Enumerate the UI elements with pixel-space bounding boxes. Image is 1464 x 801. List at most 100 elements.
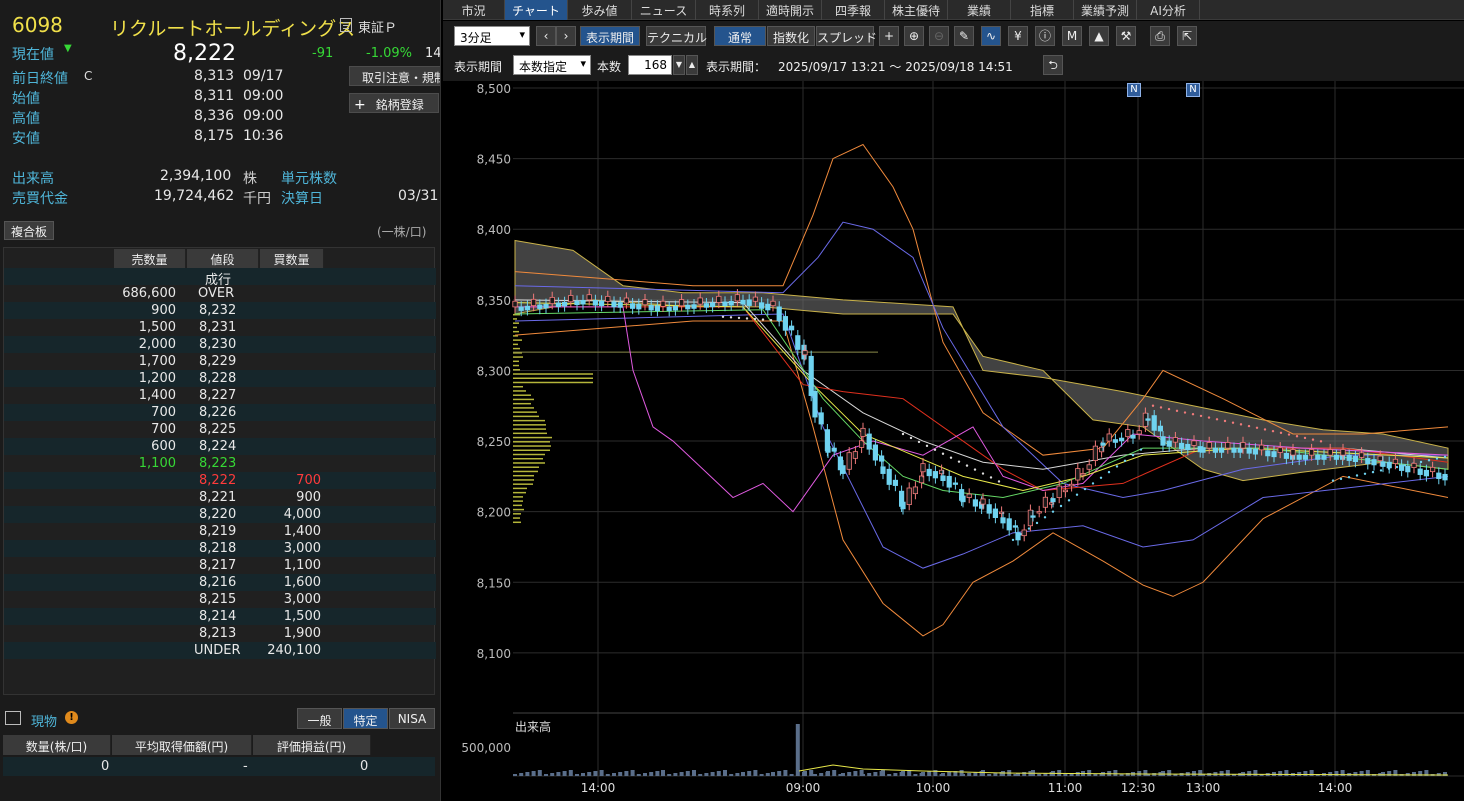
board-row[interactable]: 8,216 1,600 (4, 574, 436, 591)
print-icon[interactable]: ⎙ (1150, 26, 1170, 46)
volume-bar (686, 771, 690, 776)
volume-bar (841, 773, 845, 776)
period-mode-select[interactable]: 本数指定 (513, 55, 591, 75)
area-icon[interactable]: ▲ (1089, 26, 1109, 46)
register-button[interactable]: + 銘柄登録 (349, 93, 439, 113)
board-row[interactable]: 600 8,224 (4, 438, 436, 455)
my-icon[interactable]: M (1062, 26, 1082, 46)
window-icon[interactable] (5, 711, 21, 725)
candle-body (1093, 446, 1097, 460)
pencil-icon[interactable]: ✎ (954, 26, 974, 46)
candle-body (630, 304, 634, 309)
zoom-in-icon[interactable]: ⊕ (904, 26, 924, 46)
board-row[interactable]: 700 8,225 (4, 421, 436, 438)
volume-bar (881, 770, 885, 776)
sar-dot (1092, 482, 1094, 484)
board-row[interactable]: 8,220 4,000 (4, 506, 436, 523)
prev-icon[interactable]: ‹ (536, 26, 556, 46)
technical-button[interactable]: テクニカル (646, 26, 706, 46)
board-row[interactable]: 2,000 8,230 (4, 336, 436, 353)
news-icon[interactable]: N (1127, 83, 1141, 97)
tab-3[interactable]: ニュース (632, 0, 696, 20)
news-icon[interactable]: N (1186, 83, 1200, 97)
board-row[interactable]: 1,100 8,223 (4, 455, 436, 472)
candle-body (921, 464, 925, 472)
tab-specific[interactable]: 特定 (343, 708, 388, 729)
sar-dot (1208, 416, 1210, 418)
tab-2[interactable]: 歩み値 (568, 0, 632, 20)
board-row[interactable]: 686,600 OVER (4, 285, 436, 302)
tab-8[interactable]: 業績 (948, 0, 1011, 20)
volume-bar (593, 771, 597, 776)
count-up-icon[interactable]: ▲ (686, 55, 698, 75)
volume-bar (711, 772, 715, 776)
info-icon[interactable]: ⓘ (1035, 26, 1055, 46)
board-row[interactable]: 8,214 1,500 (4, 608, 436, 625)
candle-body (826, 446, 830, 452)
volume-bar (1247, 771, 1251, 776)
board-row[interactable]: 900 8,232 (4, 302, 436, 319)
next-icon[interactable]: › (556, 26, 576, 46)
market-list-icon[interactable] (340, 18, 352, 32)
board-row[interactable]: 8,222 700 (4, 472, 436, 489)
candle-body (735, 295, 739, 301)
crosshair-icon[interactable]: + (879, 26, 899, 46)
tab-0[interactable]: 市況 (443, 0, 505, 20)
sar-dot (926, 445, 928, 447)
trade-notice-button[interactable]: 取引注意・規制 (349, 66, 441, 86)
board-row[interactable]: 8,215 3,000 (4, 591, 436, 608)
spread-button[interactable]: スプレッド (816, 26, 874, 46)
board-row[interactable]: 1,400 8,227 (4, 387, 436, 404)
wrench-icon[interactable]: ⚒ (1116, 26, 1136, 46)
prev-close-value: 8,313 (194, 68, 234, 84)
tab-6[interactable]: 四季報 (822, 0, 885, 20)
volume-bar (1022, 772, 1026, 776)
board-row[interactable]: 8,217 1,100 (4, 557, 436, 574)
board-row[interactable]: 1,700 8,229 (4, 353, 436, 370)
volume-value: 2,394,100 (160, 168, 231, 184)
index-button[interactable]: 指数化 (767, 26, 815, 46)
board-row[interactable]: 1,200 8,228 (4, 370, 436, 387)
tab-5[interactable]: 適時開示 (759, 0, 822, 20)
tab-9[interactable]: 指標 (1011, 0, 1074, 20)
candle-body (519, 307, 523, 311)
volume-profile-bar (513, 509, 524, 511)
tab-4[interactable]: 時系列 (696, 0, 759, 20)
normal-button[interactable]: 通常 (714, 26, 766, 46)
wave-icon[interactable]: ∿ (981, 26, 1001, 46)
board-row[interactable]: 8,213 1,900 (4, 625, 436, 642)
candle-body (710, 303, 714, 307)
yen-icon[interactable]: ¥ (1008, 26, 1028, 46)
popout-icon[interactable]: ⇱ (1177, 26, 1197, 46)
volume-bar (667, 774, 671, 776)
board-row[interactable]: 700 8,226 (4, 404, 436, 421)
zoom-out-icon[interactable]: ⊖ (929, 26, 949, 46)
period-button[interactable]: 表示期間 (580, 26, 640, 46)
buy-qty: 3,000 (284, 592, 321, 607)
candle-body (1057, 486, 1061, 497)
tab-nisa[interactable]: NISA (389, 708, 435, 729)
board-row[interactable]: UNDER 240,100 (4, 642, 436, 659)
volume-bar (655, 771, 659, 776)
board-row[interactable]: 8,219 1,400 (4, 523, 436, 540)
count-down-icon[interactable]: ▼ (673, 55, 685, 75)
tab-10[interactable]: 業績予測 (1074, 0, 1137, 20)
tab-11[interactable]: AI分析 (1137, 0, 1200, 20)
price-change: -91 (312, 46, 333, 61)
board-tab[interactable]: 複合板 (4, 221, 54, 240)
volume-bar (861, 774, 865, 776)
x-tick-label: 10:00 (916, 781, 951, 795)
range-value: 2025/09/17 13:21 ～ 2025/09/18 14:51 (778, 58, 1013, 75)
tab-1[interactable]: チャート (505, 0, 568, 20)
candle-chart[interactable]: 8,500 8,450 8,400 8,350 8,300 8,250 8,200 8,150… (443, 81, 1464, 801)
count-input[interactable]: 168 (628, 55, 672, 75)
board-row[interactable]: 8,218 3,000 (4, 540, 436, 557)
board-row[interactable]: 1,500 8,231 (4, 319, 436, 336)
interval-select[interactable]: 3分足 (454, 26, 530, 46)
volume-profile-bar (513, 517, 520, 519)
board-row[interactable]: 8,221 900 (4, 489, 436, 506)
tab-7[interactable]: 株主優待 (885, 0, 948, 20)
tab-general[interactable]: 一般 (297, 708, 342, 729)
reset-icon[interactable]: ⮌ (1043, 55, 1063, 75)
candle-body (1241, 442, 1245, 448)
